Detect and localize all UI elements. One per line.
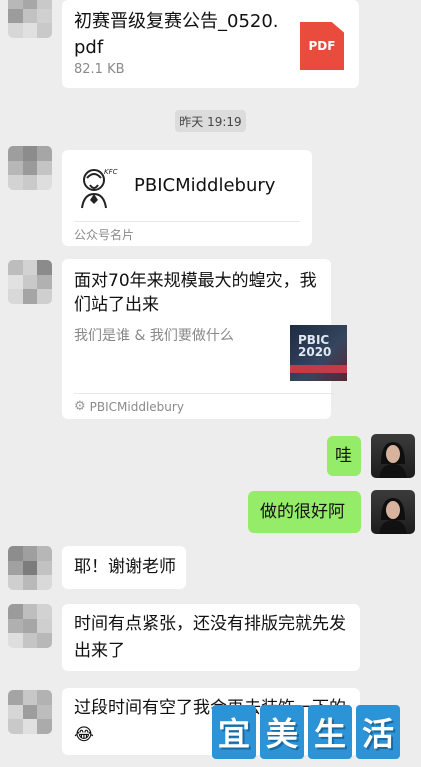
avatar-contact[interactable] <box>8 0 52 38</box>
file-size: 82.1 KB <box>74 62 125 77</box>
article-title: 面对70年来规模最大的蝗灾，我们站了出来 <box>74 271 317 315</box>
avatar-contact[interactable] <box>8 690 52 734</box>
contact-card-footer: 公众号名片 <box>74 228 135 242</box>
timestamp: 昨天 19:19 <box>175 110 246 132</box>
avatar-self[interactable] <box>371 434 415 478</box>
message-bubble-other[interactable]: 耶！谢谢老师 <box>62 546 186 589</box>
file-message[interactable]: 初赛晋级复赛公告_0520.pdf 82.1 KB PDF <box>62 0 359 88</box>
avatar-contact[interactable] <box>8 146 52 190</box>
article-card[interactable]: 面对70年来规模最大的蝗灾，我们站了出来 我们是谁 & 我们要做什么 PBIC … <box>62 259 347 419</box>
pdf-file-icon: PDF <box>300 22 344 70</box>
kfc-logo-text: KFC <box>104 168 118 176</box>
message-bubble-other[interactable]: 时间有点紧张，还没有排版完就先发出来了 <box>62 604 360 671</box>
thumbnail-stripe <box>290 365 347 373</box>
kfc-logo-icon: KFC <box>74 164 122 210</box>
message-text: 耶！谢谢老师 <box>74 557 176 577</box>
avatar-contact[interactable] <box>8 546 52 590</box>
message-text: 时间有点紧张，还没有排版完就先发出来了 <box>74 614 346 661</box>
message-text: 做的很好阿 <box>260 502 345 522</box>
avatar-contact[interactable] <box>8 604 52 648</box>
avatar-contact[interactable] <box>8 260 52 304</box>
watermark-char: 美 <box>260 705 304 759</box>
card-divider <box>74 221 300 222</box>
self-portrait-icon <box>379 442 407 478</box>
message-bubble-self[interactable]: 哇 <box>327 436 361 476</box>
message-bubble-self[interactable]: 做的很好阿 <box>248 491 361 533</box>
article-summary: 我们是谁 & 我们要做什么 <box>74 328 234 344</box>
watermark-logo: 宜 美 生 活 <box>212 705 410 761</box>
watermark-char: 宜 <box>212 705 256 759</box>
thumbnail-year: 2020 <box>298 345 332 359</box>
card-divider <box>74 393 334 394</box>
avatar-self[interactable] <box>371 490 415 534</box>
official-account-card[interactable]: KFC PBICMiddlebury 公众号名片 <box>62 150 312 246</box>
pdf-icon-label: PDF <box>308 39 336 53</box>
file-name: 初赛晋级复赛公告_0520.pdf <box>74 11 279 58</box>
article-source: ⚙ PBICMiddlebury <box>74 399 184 414</box>
article-source-name: PBICMiddlebury <box>89 399 184 414</box>
article-thumbnail: PBIC 2020 <box>290 325 347 381</box>
self-portrait-icon <box>379 498 407 534</box>
message-text: 哇 <box>335 446 352 466</box>
mini-program-icon: ⚙ <box>74 399 86 414</box>
contact-card-name: PBICMiddlebury <box>134 175 276 196</box>
watermark-char: 活 <box>356 705 400 759</box>
watermark-char: 生 <box>308 705 352 759</box>
